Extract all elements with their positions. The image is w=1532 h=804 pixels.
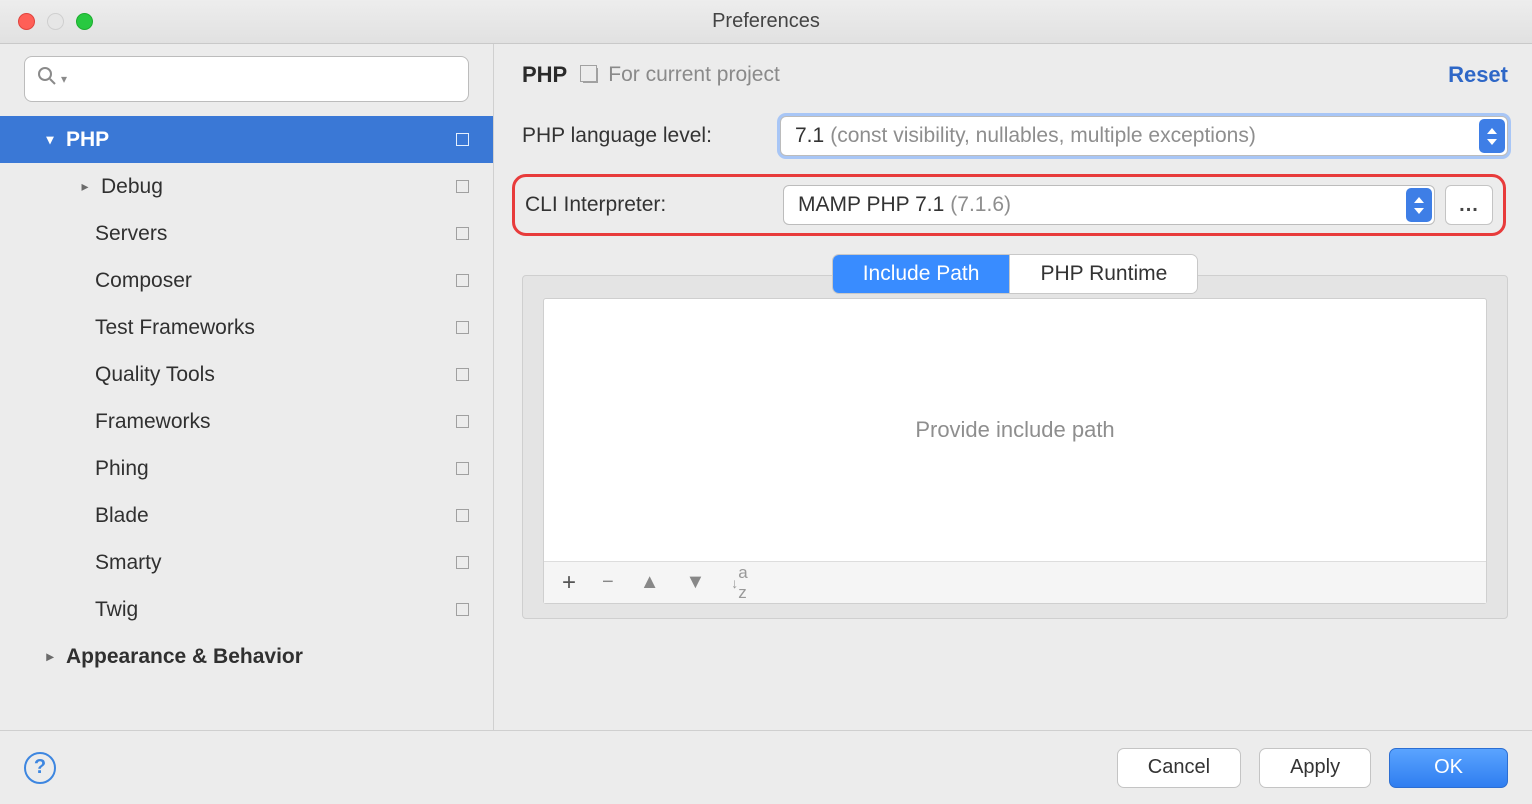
cli-interpreter-row: CLI Interpreter: MAMP PHP 7.1 (7.1.6) ..… xyxy=(512,174,1506,236)
project-scope-icon xyxy=(456,180,469,193)
sidebar-item-label: Blade xyxy=(95,504,149,528)
project-scope-icon xyxy=(456,509,469,522)
window-title: Preferences xyxy=(0,10,1532,33)
search-input[interactable] xyxy=(73,69,456,90)
dropdown-stepper-icon[interactable] xyxy=(1479,119,1505,153)
dropdown-stepper-icon[interactable] xyxy=(1406,188,1432,222)
remove-icon[interactable]: − xyxy=(602,571,614,594)
settings-panel: PHP For current project Reset PHP langua… xyxy=(494,44,1532,730)
sidebar-item-label: Frameworks xyxy=(95,410,211,434)
add-icon[interactable]: + xyxy=(562,569,576,597)
scope-label: For current project xyxy=(608,63,780,87)
project-scope-icon xyxy=(456,368,469,381)
search-dropdown-icon[interactable]: ▾ xyxy=(61,72,67,86)
dialog-footer: ? Cancel Apply OK xyxy=(0,730,1532,804)
sidebar-item-label: Twig xyxy=(95,598,138,622)
sidebar-item-phing[interactable]: Phing xyxy=(0,445,493,492)
sidebar-item-label: Debug xyxy=(101,175,163,199)
panel-header: PHP For current project Reset xyxy=(522,62,1508,88)
sidebar-item-blade[interactable]: Blade xyxy=(0,492,493,539)
settings-tree: ▾ PHP ▸ Debug Servers Composer Test Fram… xyxy=(0,116,493,730)
sidebar-item-servers[interactable]: Servers xyxy=(0,210,493,257)
sidebar-item-appearance-behavior[interactable]: ▸ Appearance & Behavior xyxy=(0,633,493,680)
search-field[interactable]: ▾ xyxy=(24,56,469,102)
project-scope-icon xyxy=(456,274,469,287)
help-button[interactable]: ? xyxy=(24,752,56,784)
sidebar-item-quality-tools[interactable]: Quality Tools xyxy=(0,351,493,398)
include-path-toolbar: + − ▲ ▼ ↓az xyxy=(544,561,1486,603)
project-scope-icon xyxy=(456,227,469,240)
php-language-level-row: PHP language level: 7.1 (const visibilit… xyxy=(522,116,1508,156)
project-scope-icon xyxy=(456,556,469,569)
sidebar: ▾ ▾ PHP ▸ Debug Servers Composer xyxy=(0,44,494,730)
select-hint: (const visibility, nullables, multiple e… xyxy=(830,124,1256,148)
project-scope-icon xyxy=(456,462,469,475)
titlebar: Preferences xyxy=(0,0,1532,44)
project-scope-icon xyxy=(456,603,469,616)
select-hint: (7.1.6) xyxy=(950,193,1011,217)
apply-button[interactable]: Apply xyxy=(1259,748,1371,788)
sidebar-item-label: Smarty xyxy=(95,551,162,575)
page-title: PHP xyxy=(522,62,567,88)
path-tabs: Include Path PHP Runtime xyxy=(832,254,1199,294)
select-value: 7.1 xyxy=(795,124,824,148)
sidebar-item-label: Composer xyxy=(95,269,192,293)
php-language-level-select[interactable]: 7.1 (const visibility, nullables, multip… xyxy=(780,116,1508,156)
move-down-icon[interactable]: ▼ xyxy=(686,571,706,594)
cli-interpreter-select[interactable]: MAMP PHP 7.1 (7.1.6) xyxy=(783,185,1435,225)
select-value: MAMP PHP 7.1 xyxy=(798,193,944,217)
tab-include-path[interactable]: Include Path xyxy=(833,255,1010,293)
tab-php-runtime[interactable]: PHP Runtime xyxy=(1009,255,1197,293)
cli-interpreter-label: CLI Interpreter: xyxy=(525,193,783,217)
sidebar-item-label: Quality Tools xyxy=(95,363,215,387)
move-up-icon[interactable]: ▲ xyxy=(640,571,660,594)
project-scope-icon xyxy=(583,68,598,83)
sidebar-item-label: Appearance & Behavior xyxy=(66,645,303,669)
sidebar-item-smarty[interactable]: Smarty xyxy=(0,539,493,586)
chevron-down-icon: ▾ xyxy=(40,131,60,148)
sidebar-item-twig[interactable]: Twig xyxy=(0,586,493,633)
sidebar-item-label: Servers xyxy=(95,222,167,246)
php-language-level-label: PHP language level: xyxy=(522,124,780,148)
sidebar-item-debug[interactable]: ▸ Debug xyxy=(0,163,493,210)
sidebar-item-label: PHP xyxy=(66,128,109,152)
sort-icon[interactable]: ↓az xyxy=(731,563,747,603)
sidebar-item-label: Test Frameworks xyxy=(95,316,255,340)
main-content: ▾ ▾ PHP ▸ Debug Servers Composer xyxy=(0,44,1532,730)
sidebar-item-php[interactable]: ▾ PHP xyxy=(0,116,493,163)
sidebar-item-frameworks[interactable]: Frameworks xyxy=(0,398,493,445)
ok-button[interactable]: OK xyxy=(1389,748,1508,788)
sidebar-item-test-frameworks[interactable]: Test Frameworks xyxy=(0,304,493,351)
project-scope-icon xyxy=(456,415,469,428)
project-scope-icon xyxy=(456,321,469,334)
include-path-panel: Provide include path + − ▲ ▼ ↓az xyxy=(522,275,1508,619)
sidebar-item-composer[interactable]: Composer xyxy=(0,257,493,304)
include-path-list: Provide include path + − ▲ ▼ ↓az xyxy=(543,298,1487,604)
chevron-right-icon: ▸ xyxy=(40,648,60,665)
project-scope-icon xyxy=(456,133,469,146)
sidebar-item-label: Phing xyxy=(95,457,149,481)
browse-interpreters-button[interactable]: ... xyxy=(1445,185,1493,225)
cancel-button[interactable]: Cancel xyxy=(1117,748,1241,788)
search-icon xyxy=(37,66,57,92)
include-path-section: Include Path PHP Runtime Provide include… xyxy=(522,254,1508,619)
reset-link[interactable]: Reset xyxy=(1448,62,1508,88)
chevron-right-icon: ▸ xyxy=(75,178,95,195)
include-path-empty-text: Provide include path xyxy=(544,299,1486,561)
